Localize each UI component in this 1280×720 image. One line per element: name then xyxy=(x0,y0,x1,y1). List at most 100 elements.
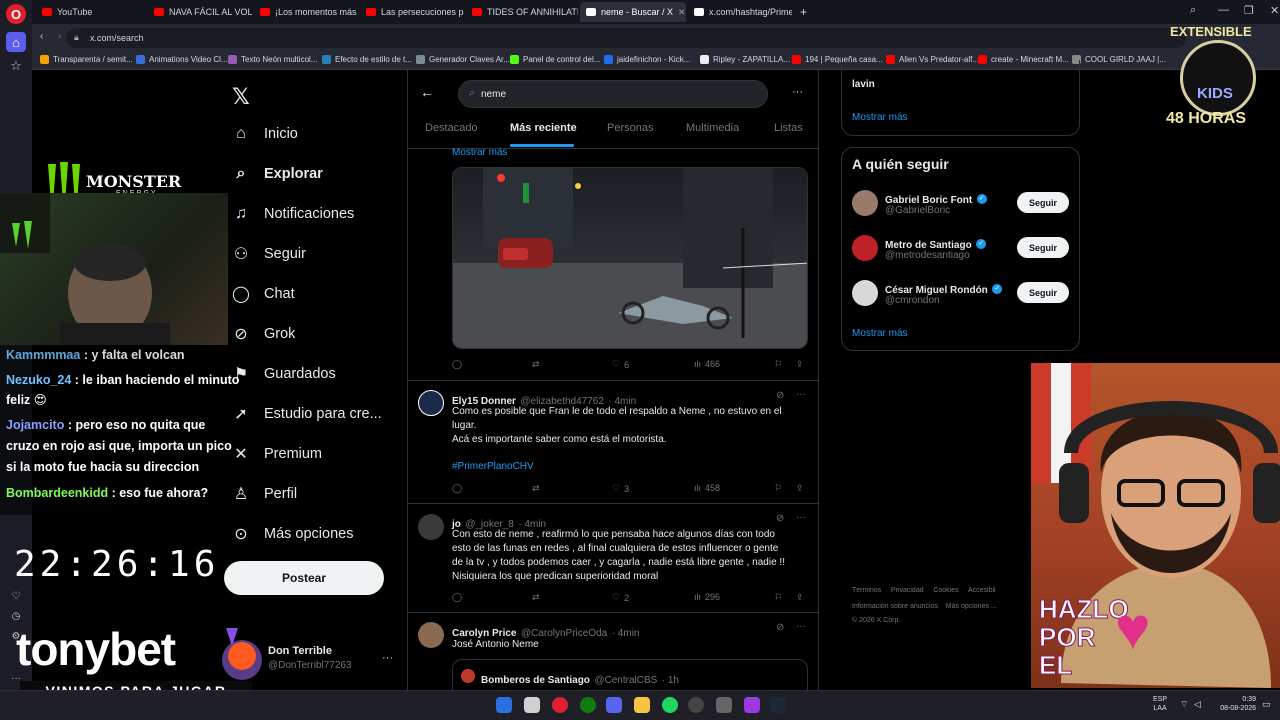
suggestion-avatar[interactable] xyxy=(852,280,878,306)
grok-icon[interactable]: ⊘ xyxy=(776,622,784,633)
tab-youtube[interactable]: YouTube xyxy=(36,2,146,22)
opera-logo-icon[interactable]: O xyxy=(6,4,26,24)
more-icon[interactable]: ··· xyxy=(792,86,803,98)
post-avatar[interactable] xyxy=(418,390,444,416)
bookmark-button[interactable]: ⚐ xyxy=(774,359,782,370)
views-button[interactable]: ılı 458 xyxy=(694,483,720,493)
nav-perfil[interactable]: ♙ Perfil xyxy=(232,482,297,506)
tab-nava[interactable]: NAVA FÁCIL AL VOLANTE xyxy=(148,2,252,22)
search-tabs-icon[interactable]: ⌕ xyxy=(1190,4,1196,17)
account-menu-icon[interactable]: ··· xyxy=(382,652,393,664)
maximize-icon[interactable]: ❐ xyxy=(1244,4,1254,17)
nav-guardados[interactable]: ⚑ Guardados xyxy=(232,362,336,386)
follow-button[interactable]: Seguir xyxy=(1017,192,1069,213)
suggestion-avatar[interactable] xyxy=(852,235,878,261)
xbox-icon[interactable] xyxy=(580,697,596,713)
grok-icon[interactable]: ⊘ xyxy=(776,390,784,401)
share-button[interactable]: ⇪ xyxy=(796,483,804,494)
reply-button[interactable]: ◯ xyxy=(452,359,462,370)
obs-icon[interactable] xyxy=(688,697,704,713)
tab-neme-search[interactable]: neme - Buscar / X ✕ xyxy=(580,2,686,22)
close-icon[interactable]: ✕ xyxy=(678,7,686,18)
nav-estudio[interactable]: ➚ Estudio para cre... xyxy=(232,402,381,426)
grok-icon[interactable]: ⊘ xyxy=(776,513,784,524)
more-icon[interactable]: ··· xyxy=(796,512,806,523)
footer-link[interactable]: Accesibil xyxy=(968,587,996,594)
share-button[interactable]: ⇪ xyxy=(796,359,804,370)
views-button[interactable]: ılı 466 xyxy=(694,359,720,369)
nav-explorar[interactable]: ⌕ Explorar xyxy=(232,162,323,186)
close-window-icon[interactable]: ✕ xyxy=(1270,4,1279,17)
bookmark-item[interactable]: Animations Video Cl... xyxy=(136,55,228,64)
repost-button[interactable]: ⇄ xyxy=(532,592,540,603)
nav-mas-opciones[interactable]: ⊙ Más opciones xyxy=(232,522,353,546)
more-icon[interactable]: ··· xyxy=(796,389,806,400)
footer-link[interactable]: Términos xyxy=(852,587,881,594)
share-button[interactable]: ⇪ xyxy=(796,592,804,603)
heart-icon[interactable]: ♡ xyxy=(6,586,26,606)
nav-grok[interactable]: ⊘ Grok xyxy=(232,322,295,346)
follow-button[interactable]: Seguir xyxy=(1017,282,1069,303)
footer-link[interactable]: Información sobre anuncios xyxy=(852,603,938,610)
post-button[interactable]: Postear xyxy=(224,561,384,595)
wifi-icon[interactable]: ⌔ xyxy=(1180,699,1188,710)
footer-link[interactable]: Cookies xyxy=(933,587,958,594)
bookmark-item[interactable]: Efecto de estilo de t... xyxy=(322,55,412,64)
footer-link[interactable]: Privacidad xyxy=(891,587,924,594)
bookmark-item[interactable]: Texto Neón multicol... xyxy=(228,55,317,64)
nav-notificaciones[interactable]: ♫ Notificaciones xyxy=(232,202,354,226)
task-view-icon[interactable] xyxy=(524,697,540,713)
hashtag-link[interactable]: #PrimerPlanoCHV xyxy=(452,460,534,474)
new-tab-button[interactable]: + xyxy=(794,2,814,22)
tab-persecuciones[interactable]: Las persecuciones policial xyxy=(360,2,464,22)
bookmark-item[interactable]: Panel de control del... xyxy=(510,55,600,64)
show-more-link[interactable]: Mostrar más xyxy=(852,328,908,339)
follow-button[interactable]: Seguir xyxy=(1017,237,1069,258)
show-more-link[interactable]: Mostrar más xyxy=(852,112,908,123)
file-explorer-icon[interactable] xyxy=(634,697,650,713)
bookmark-item[interactable]: jaidefinichon - Kick... xyxy=(604,55,690,64)
language-indicator[interactable]: ESP LAA xyxy=(1153,695,1167,713)
reply-button[interactable]: ◯ xyxy=(452,592,462,603)
steam-icon[interactable] xyxy=(770,697,786,713)
account-handle[interactable]: @DonTerribl77263 xyxy=(268,660,352,671)
post-image[interactable] xyxy=(452,167,808,349)
tab-personas[interactable]: Personas xyxy=(607,122,653,134)
post-avatar[interactable] xyxy=(418,514,444,540)
post-avatar[interactable] xyxy=(418,622,444,648)
tab-tides[interactable]: TIDES OF ANNIHILATION xyxy=(466,2,578,22)
tab-hashtag[interactable]: x.com/hashtag/PrimerPla xyxy=(688,2,792,22)
app-icon[interactable] xyxy=(744,697,760,713)
bookmark-item[interactable]: Generador Claves Ar... xyxy=(416,55,510,64)
show-more-link[interactable]: Mostrar más xyxy=(452,147,508,158)
x-logo-icon[interactable]: 𝕏 xyxy=(232,84,250,110)
repost-button[interactable]: ⇄ xyxy=(532,483,540,494)
trend-item[interactable]: lavin xyxy=(852,79,875,90)
nav-seguir[interactable]: ⚇ Seguir xyxy=(232,242,306,266)
notification-icon[interactable]: ▭ xyxy=(1262,699,1271,710)
bookmark-item[interactable]: COOL GIRLD JAAJ |... xyxy=(1072,55,1166,64)
views-button[interactable]: ılı 296 xyxy=(694,592,720,602)
bookmark-item[interactable]: Ripley - ZAPATILLA... xyxy=(700,55,790,64)
nav-chat[interactable]: ◯ Chat xyxy=(232,282,295,306)
like-button[interactable]: ♡ 6 xyxy=(612,359,629,370)
more-icon[interactable]: ··· xyxy=(796,621,806,632)
volume-icon[interactable]: ◁ xyxy=(1194,699,1201,710)
minimize-icon[interactable]: — xyxy=(1218,4,1229,16)
back-icon[interactable]: ‹ xyxy=(40,31,43,42)
spotify-icon[interactable] xyxy=(662,697,678,713)
system-clock[interactable]: 0:39 08-08-2026 xyxy=(1214,695,1256,713)
account-name[interactable]: Don Terrible xyxy=(268,645,332,657)
app-icon[interactable] xyxy=(716,697,732,713)
repost-button[interactable]: ⇄ xyxy=(532,359,540,370)
back-arrow-icon[interactable]: ← xyxy=(420,84,434,100)
quoted-post[interactable]: Bomberos de Santiago @CentralCBS · 1h xyxy=(452,659,808,691)
tab-mas-reciente[interactable]: Más reciente xyxy=(510,122,577,134)
footer-link[interactable]: Más opciones ... xyxy=(946,603,997,610)
bookmark-button[interactable]: ⚐ xyxy=(774,592,782,603)
suggestion-avatar[interactable] xyxy=(852,190,878,216)
nav-premium[interactable]: ✕ Premium xyxy=(232,442,322,466)
tab-listas[interactable]: Listas xyxy=(774,122,803,134)
opera-icon[interactable] xyxy=(552,697,568,713)
discord-icon[interactable] xyxy=(606,697,622,713)
